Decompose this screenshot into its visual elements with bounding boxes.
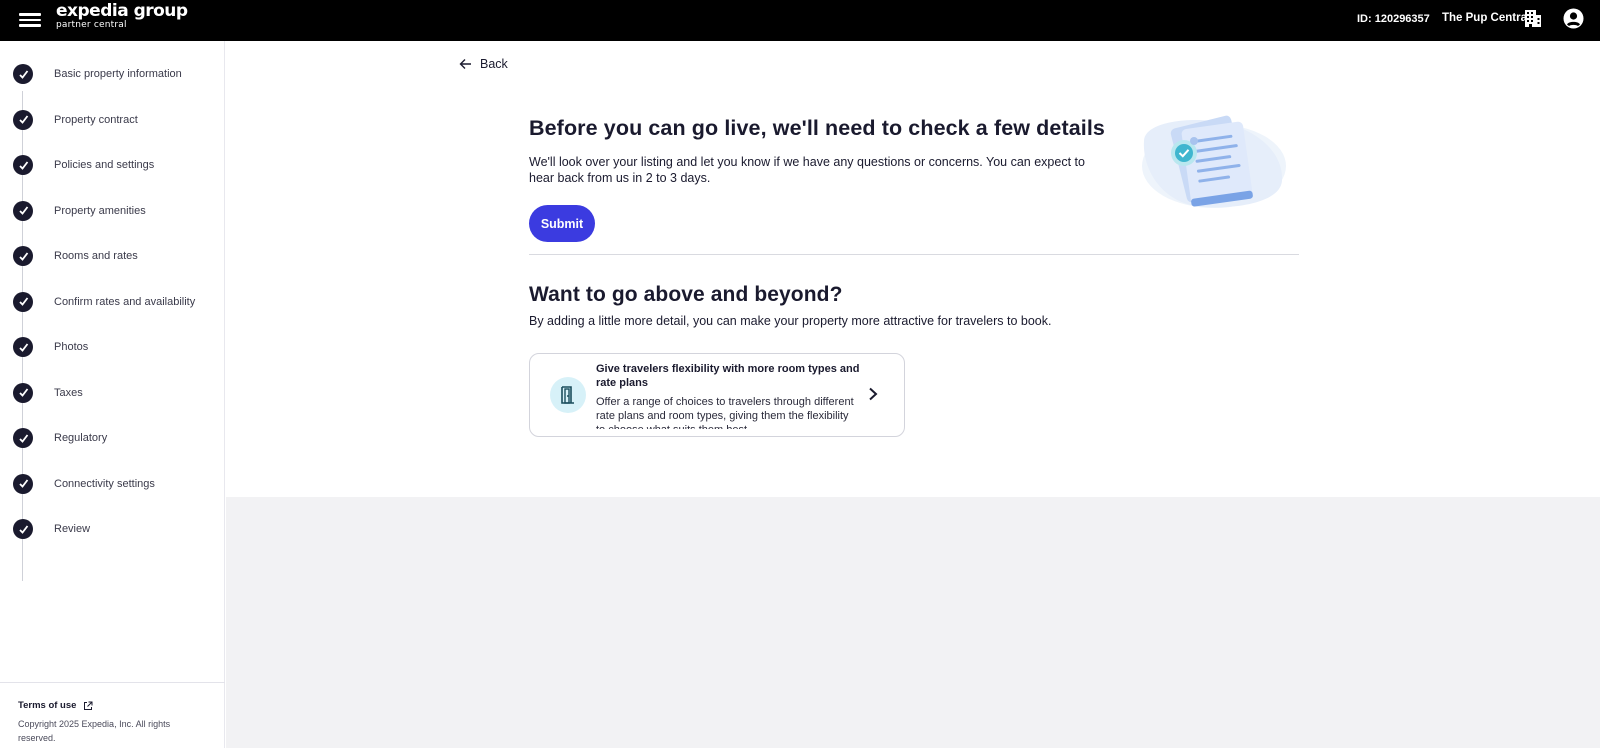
terms-label: Terms of use <box>18 700 77 711</box>
step-label: Property amenities <box>54 204 146 217</box>
check-icon <box>13 337 33 357</box>
step-label: Photos <box>54 341 89 353</box>
review-description: We'll look over your listing and let you… <box>529 155 1085 185</box>
step-label: Review <box>54 523 91 535</box>
main-content: Back Before you can go live, we'll need … <box>226 41 1600 748</box>
step-label: Property contract <box>54 113 138 126</box>
section-divider <box>529 254 1299 255</box>
account-icon[interactable] <box>1563 8 1584 29</box>
step-policies-and-settings[interactable]: Policies and settings <box>0 149 225 195</box>
chevron-right-icon <box>869 387 878 401</box>
step-label: Confirm rates and availability <box>54 295 196 308</box>
step-property-amenities[interactable]: Property amenities <box>0 195 225 241</box>
step-basic-property-information[interactable]: Basic property information <box>0 58 225 104</box>
step-label: Taxes <box>54 386 83 399</box>
building-icon[interactable] <box>1524 9 1542 28</box>
extras-heading: Want to go above and beyond? <box>529 283 843 306</box>
logo-main-text: expedia group <box>56 1 188 21</box>
step-photos[interactable]: Photos <box>0 331 225 377</box>
check-icon <box>13 519 33 539</box>
step-review[interactable]: Review <box>0 513 225 559</box>
step-property-contract[interactable]: Property contract <box>0 104 225 150</box>
step-label: Connectivity settings <box>54 477 155 490</box>
copyright-text: Copyright 2025 Expedia, Inc. All rights … <box>18 719 171 743</box>
step-label: Basic property information <box>54 68 182 80</box>
card-title: Give travelers flexibility with more roo… <box>596 363 860 389</box>
sidebar: Basic property information Property cont… <box>0 41 225 748</box>
door-icon <box>550 377 586 413</box>
check-icon <box>13 200 33 221</box>
step-regulatory[interactable]: Regulatory <box>0 422 225 468</box>
room-types-rate-plans-card[interactable]: Give travelers flexibility with more roo… <box>529 353 905 437</box>
logo[interactable]: expedia group partner central <box>56 3 188 30</box>
terms-of-use-link[interactable]: Terms of use <box>18 700 207 711</box>
step-taxes[interactable]: Taxes <box>0 377 225 423</box>
property-name[interactable]: The Pup Central <box>1442 12 1530 24</box>
sidebar-footer: Terms of use Copyright 2025 Expedia, Inc… <box>0 682 225 745</box>
logo-sub-text: partner central <box>56 20 127 30</box>
check-icon <box>13 109 33 130</box>
page-background-area <box>226 497 1600 748</box>
step-label: Policies and settings <box>54 159 155 171</box>
check-icon <box>13 246 33 266</box>
account-id: ID: 120296357 <box>1357 13 1430 25</box>
step-confirm-rates-and-availability[interactable]: Confirm rates and availability <box>0 286 225 332</box>
back-link[interactable]: Back <box>459 57 508 71</box>
extras-description: By adding a little more detail, you can … <box>529 314 1052 328</box>
step-label: Regulatory <box>54 432 108 444</box>
card-body: Offer a range of choices to travelers th… <box>596 396 854 429</box>
check-icon <box>13 155 33 175</box>
check-icon <box>13 291 33 312</box>
back-label: Back <box>480 57 508 71</box>
arrow-left-icon <box>459 59 471 69</box>
document-review-illustration <box>1142 115 1286 208</box>
menu-icon[interactable] <box>19 10 41 30</box>
check-icon <box>13 473 33 494</box>
check-icon <box>13 64 33 84</box>
step-connectivity-settings[interactable]: Connectivity settings <box>0 468 225 514</box>
check-icon <box>13 428 33 448</box>
step-rooms-and-rates[interactable]: Rooms and rates <box>0 240 225 286</box>
step-label: Rooms and rates <box>54 250 138 262</box>
progress-steps: Basic property information Property cont… <box>0 58 225 581</box>
external-link-icon <box>84 701 93 710</box>
top-bar: expedia group partner central ID: 120296… <box>0 0 1600 41</box>
submit-button[interactable]: Submit <box>529 205 595 242</box>
review-heading: Before you can go live, we'll need to ch… <box>529 116 1105 140</box>
check-icon <box>13 382 33 403</box>
